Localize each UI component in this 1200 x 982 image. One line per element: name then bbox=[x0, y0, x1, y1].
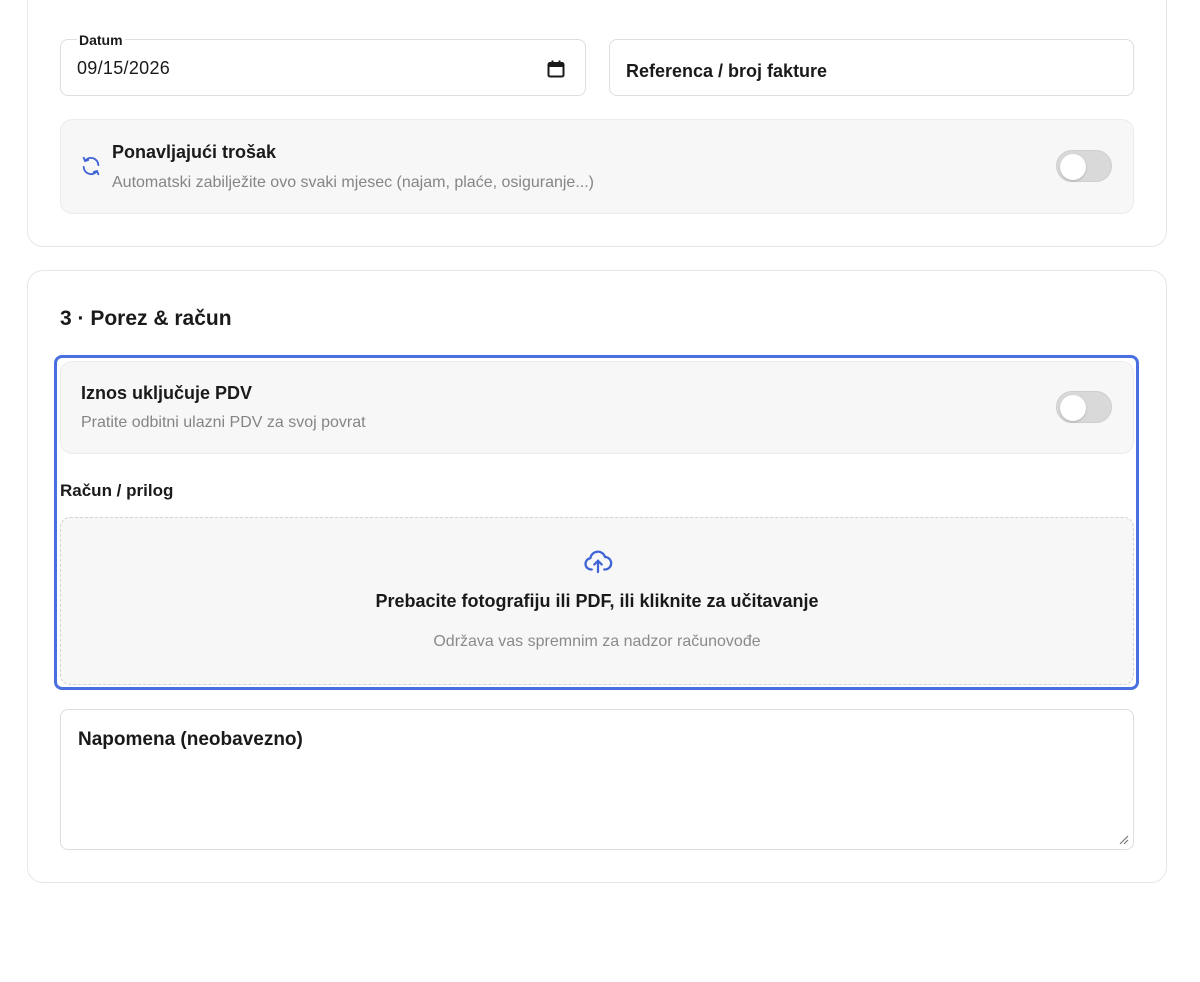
toggle-knob bbox=[1060, 154, 1086, 180]
vat-title: Iznos uključuje PDV bbox=[81, 383, 253, 403]
resize-handle-icon[interactable] bbox=[1117, 833, 1129, 845]
recurring-panel: Ponavljajući trošak Automatski zabilježi… bbox=[60, 119, 1134, 214]
reference-field[interactable]: Referenca / broj fakture bbox=[609, 39, 1134, 96]
reference-placeholder: Referenca / broj fakture bbox=[626, 61, 828, 81]
upload-hint: Održava vas spremnim za nadzor računovođ… bbox=[433, 633, 761, 650]
cloud-upload-icon bbox=[584, 550, 613, 574]
recurring-subtitle: Automatski zabilježite ovo svaki mjesec … bbox=[112, 174, 594, 191]
upload-title: Prebacite fotografiju ili PDF, ili klikn… bbox=[375, 591, 819, 611]
date-value[interactable]: 09/15/2026 bbox=[77, 58, 170, 79]
recurring-title: Ponavljajući trošak bbox=[112, 142, 277, 162]
calendar-icon[interactable] bbox=[547, 60, 565, 78]
vat-toggle[interactable] bbox=[1056, 391, 1112, 423]
toggle-knob bbox=[1060, 395, 1086, 421]
date-field[interactable]: Datum 09/15/2026 bbox=[60, 32, 586, 96]
date-label: Datum bbox=[77, 32, 125, 48]
receipt-dropzone[interactable]: Prebacite fotografiju ili PDF, ili klikn… bbox=[60, 517, 1134, 685]
note-placeholder: Napomena (neobavezno) bbox=[78, 729, 303, 750]
section-title: 3 · Porez & račun bbox=[60, 307, 232, 330]
note-textarea[interactable]: Napomena (neobavezno) bbox=[60, 709, 1134, 850]
receipt-label: Račun / prilog bbox=[60, 481, 174, 500]
vat-subtitle: Pratite odbitni ulazni PDV za svoj povra… bbox=[81, 414, 366, 431]
recurring-toggle[interactable] bbox=[1056, 150, 1112, 182]
vat-panel: Iznos uključuje PDV Pratite odbitni ulaz… bbox=[60, 361, 1134, 454]
refresh-icon bbox=[82, 156, 100, 176]
